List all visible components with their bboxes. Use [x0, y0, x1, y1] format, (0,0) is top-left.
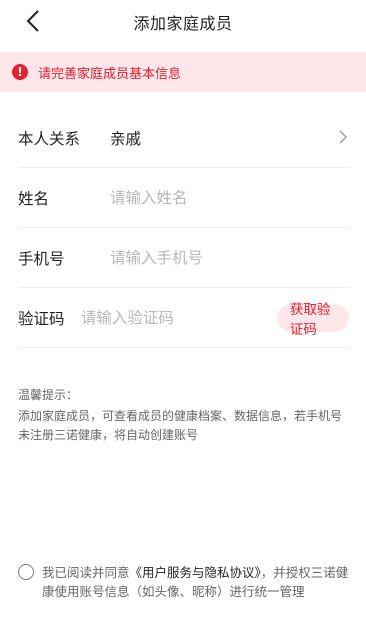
code-row: 验证码 获取验证码 [18, 288, 350, 348]
code-label: 验证码 [18, 309, 65, 328]
chevron-right-icon [339, 130, 347, 144]
alert-banner: ! 请完善家庭成员基本信息 [0, 52, 366, 92]
phone-input[interactable] [110, 248, 350, 267]
relation-row[interactable]: 本人关系 亲戚 [18, 108, 350, 168]
name-label: 姓名 [18, 189, 50, 208]
name-row: 姓名 [18, 168, 350, 228]
tips-body: 添加家庭成员，可查看成员的健康档案、数据信息，若手机号未注册三诺健康，将自动创建… [18, 409, 343, 442]
agreement-prefix: 我已阅读并同意 [42, 565, 130, 580]
code-input[interactable] [80, 308, 277, 327]
warning-icon: ! [12, 64, 28, 80]
relation-label: 本人关系 [18, 129, 81, 148]
navigation-bar: 添加家庭成员 [0, 0, 366, 44]
get-code-button[interactable]: 获取验证码 [276, 302, 349, 338]
member-form: 本人关系 亲戚 姓名 手机号 验证码 获取验证码 [0, 108, 366, 348]
back-button[interactable] [20, 8, 46, 34]
phone-row: 手机号 [18, 228, 350, 288]
agreement-link[interactable]: 《用户服务与隐私协议》 [130, 565, 261, 580]
phone-label: 手机号 [18, 249, 65, 268]
agreement-checkbox[interactable] [18, 564, 34, 580]
name-input[interactable] [110, 188, 350, 207]
agreement-text: 我已阅读并同意《用户服务与隐私协议》，并授权三诺健康使用账号信息（如头像、昵称）… [42, 563, 352, 601]
relation-value: 亲戚 [110, 129, 142, 148]
tips-section: 温馨提示： 添加家庭成员，可查看成员的健康档案、数据信息，若手机号未注册三诺健康… [0, 386, 366, 445]
alert-text: 请完善家庭成员基本信息 [38, 66, 182, 82]
tips-title: 温馨提示： [18, 388, 79, 402]
agreement-row: 我已阅读并同意《用户服务与隐私协议》，并授权三诺健康使用账号信息（如头像、昵称）… [18, 563, 352, 601]
page-title: 添加家庭成员 [133, 14, 233, 33]
chevron-left-icon [26, 10, 39, 32]
